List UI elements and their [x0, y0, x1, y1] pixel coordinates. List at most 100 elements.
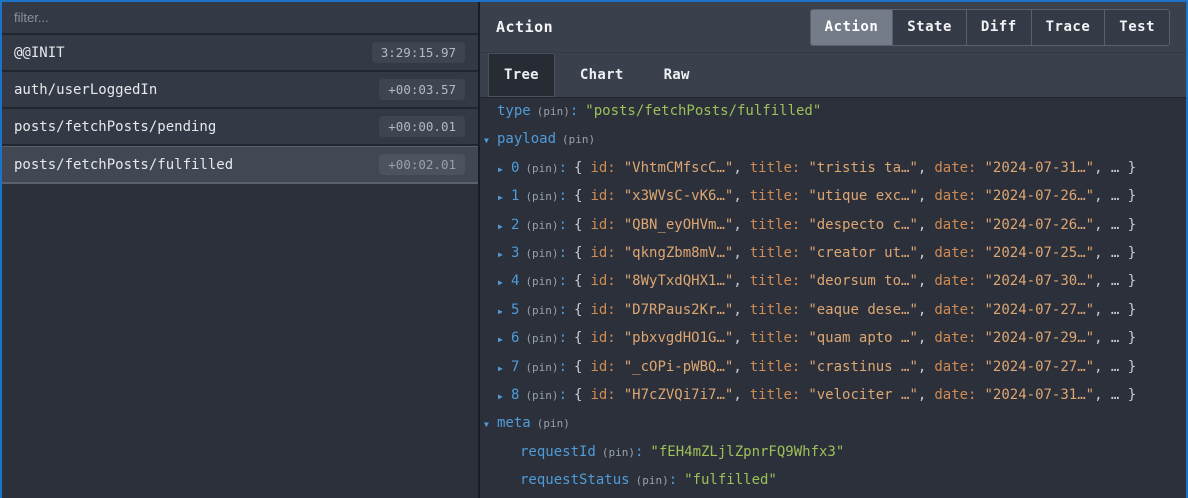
preview-value-date: "2024-07-25…"	[985, 245, 1095, 261]
action-list-item[interactable]: posts/fetchPosts/pending +00:00.01	[2, 109, 478, 146]
chevron-right-icon[interactable]: ▶	[498, 165, 511, 174]
inspector-tab[interactable]: Trace	[1032, 10, 1106, 45]
tree-row-payload[interactable]: ▼payload (pin)	[480, 131, 1186, 159]
preview-value-title: "creator ut…"	[808, 245, 918, 261]
preview-key-id: id:	[590, 387, 615, 403]
preview-value-date: "2024-07-31…"	[985, 387, 1095, 403]
pin-link[interactable]: (pin)	[525, 275, 558, 288]
view-mode-tab[interactable]: Tree	[488, 53, 555, 97]
item-index: 0	[511, 160, 519, 176]
inspector-tab[interactable]: Diff	[967, 10, 1032, 45]
payload-item-row[interactable]: ▶8(pin):{id:"H7cZVQi7i7…",title:"velocit…	[480, 387, 1186, 415]
comma: ,	[918, 359, 926, 375]
payload-item-row[interactable]: ▶3(pin):{id:"qkngZbm8mV…",title:"creator…	[480, 245, 1186, 273]
payload-item-row[interactable]: ▶1(pin):{id:"x3WVsC-vK6…",title:"utique …	[480, 188, 1186, 216]
colon: :	[559, 188, 567, 204]
payload-item-row[interactable]: ▶5(pin):{id:"D7RPaus2Kr…",title:"eaque d…	[480, 302, 1186, 330]
comma: ,	[733, 273, 741, 289]
inspector-tab[interactable]: Test	[1105, 10, 1169, 45]
tree-row-type[interactable]: type(pin):"posts/fetchPosts/fulfilled"	[480, 103, 1186, 131]
chevron-right-icon[interactable]: ▶	[498, 222, 511, 231]
comma: ,	[733, 359, 741, 375]
preview-value-title: "utique exc…"	[808, 188, 918, 204]
preview-key-id: id:	[590, 188, 615, 204]
preview-key-title: title:	[750, 245, 801, 261]
preview-key-date: date:	[934, 273, 976, 289]
preview-key-id: id:	[590, 273, 615, 289]
payload-item-row[interactable]: ▶0(pin):{id:"VhtmCMfscC…",title:"tristis…	[480, 160, 1186, 188]
chevron-right-icon[interactable]: ▶	[498, 392, 511, 401]
preview-key-title: title:	[750, 330, 801, 346]
preview-key-title: title:	[750, 273, 801, 289]
comma: ,	[918, 188, 926, 204]
payload-item-row[interactable]: ▶7(pin):{id:"_cOPi-pWBQ…",title:"crastin…	[480, 359, 1186, 387]
pin-link[interactable]: (pin)	[602, 446, 635, 459]
chevron-right-icon[interactable]: ▶	[498, 364, 511, 373]
inspector-title: Action	[496, 18, 553, 36]
tree-key: requestStatus	[520, 472, 630, 488]
pin-link[interactable]: (pin)	[525, 247, 558, 260]
pin-link[interactable]: (pin)	[525, 162, 558, 175]
comma: ,	[918, 160, 926, 176]
preview-key-date: date:	[934, 330, 976, 346]
brace-open: {	[574, 217, 582, 233]
preview-key-date: date:	[934, 160, 976, 176]
preview-value-id: "8WyTxdQHX1…"	[624, 273, 734, 289]
tree-key: type	[497, 103, 531, 119]
chevron-down-icon[interactable]: ▼	[484, 420, 497, 429]
item-index: 6	[511, 330, 519, 346]
tree-row-meta[interactable]: ▼meta(pin)	[480, 415, 1186, 443]
preview-key-id: id:	[590, 160, 615, 176]
json-tree: type(pin):"posts/fetchPosts/fulfilled" ▼…	[480, 97, 1186, 498]
action-list-item[interactable]: @@INIT 3:29:15.97	[2, 35, 478, 72]
pin-link[interactable]: (pin)	[562, 133, 595, 146]
preview-value-date: "2024-07-26…"	[985, 217, 1095, 233]
meta-child-row[interactable]: requestStatus(pin):"fulfilled"	[480, 472, 1186, 498]
tree-key: payload	[497, 131, 556, 147]
preview-ellipsis-close: , … }	[1094, 273, 1136, 289]
chevron-right-icon[interactable]: ▶	[498, 250, 511, 259]
colon: :	[559, 273, 567, 289]
pin-link[interactable]: (pin)	[537, 417, 570, 430]
payload-item-row[interactable]: ▶2(pin):{id:"QBN_eyOHVm…",title:"despect…	[480, 217, 1186, 245]
string-value: "fulfilled"	[684, 472, 777, 488]
view-mode-tab[interactable]: Raw	[649, 53, 705, 97]
action-list-item[interactable]: auth/userLoggedIn +00:03.57	[2, 72, 478, 109]
comma: ,	[733, 217, 741, 233]
chevron-down-icon[interactable]: ▼	[484, 136, 497, 145]
pin-link[interactable]: (pin)	[525, 304, 558, 317]
payload-item-row[interactable]: ▶4(pin):{id:"8WyTxdQHX1…",title:"deorsum…	[480, 273, 1186, 301]
pin-link[interactable]: (pin)	[636, 474, 669, 487]
preview-key-id: id:	[590, 302, 615, 318]
pin-link[interactable]: (pin)	[525, 190, 558, 203]
chevron-right-icon[interactable]: ▶	[498, 278, 511, 287]
pin-link[interactable]: (pin)	[525, 219, 558, 232]
view-mode-tab[interactable]: Chart	[565, 53, 639, 97]
comma: ,	[918, 330, 926, 346]
action-name: auth/userLoggedIn	[2, 82, 157, 98]
inspector-tab[interactable]: Action	[811, 10, 894, 45]
preview-value-title: "deorsum to…"	[808, 273, 918, 289]
inspector-tab[interactable]: State	[893, 10, 967, 45]
preview-value-title: "velociter …"	[808, 387, 918, 403]
comma: ,	[733, 188, 741, 204]
preview-key-id: id:	[590, 217, 615, 233]
chevron-right-icon[interactable]: ▶	[498, 335, 511, 344]
preview-ellipsis-close: , … }	[1094, 330, 1136, 346]
pin-link[interactable]: (pin)	[525, 361, 558, 374]
preview-key-title: title:	[750, 188, 801, 204]
brace-open: {	[574, 387, 582, 403]
action-list: @@INIT 3:29:15.97 auth/userLoggedIn +00:…	[2, 35, 478, 184]
payload-item-row[interactable]: ▶6(pin):{id:"pbxvgdHO1G…",title:"quam ap…	[480, 330, 1186, 358]
chevron-right-icon[interactable]: ▶	[498, 193, 511, 202]
action-list-item[interactable]: posts/fetchPosts/fulfilled +00:02.01	[2, 146, 478, 184]
chevron-right-icon[interactable]: ▶	[498, 307, 511, 316]
pin-link[interactable]: (pin)	[537, 105, 570, 118]
preview-value-date: "2024-07-27…"	[985, 359, 1095, 375]
pin-link[interactable]: (pin)	[525, 389, 558, 402]
filter-input[interactable]	[2, 2, 478, 33]
brace-open: {	[574, 302, 582, 318]
pin-link[interactable]: (pin)	[525, 332, 558, 345]
inspector-header: Action Action State Diff Trace Test	[480, 2, 1186, 52]
meta-child-row[interactable]: requestId(pin):"fEH4mZLjlZpnrFQ9Whfx3"	[480, 444, 1186, 472]
